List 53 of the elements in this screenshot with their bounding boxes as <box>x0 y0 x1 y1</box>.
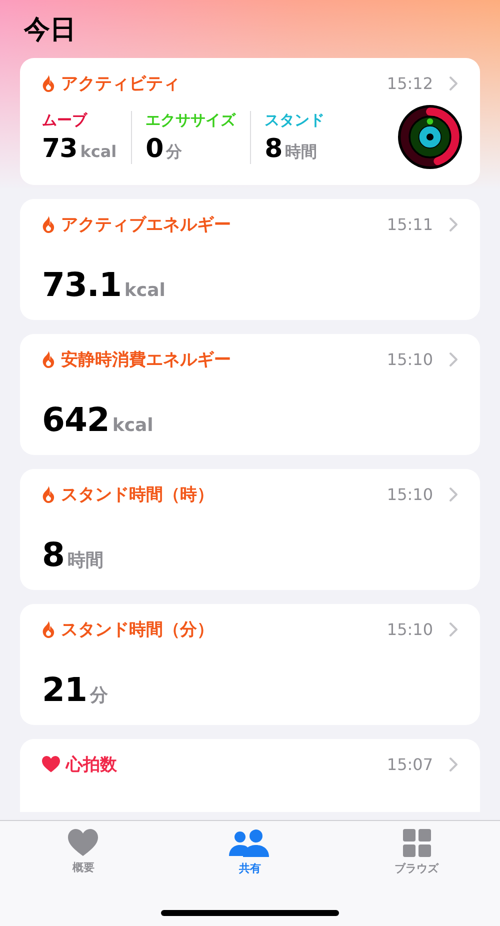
heart-icon <box>68 829 98 856</box>
tab-item[interactable]: 共有 <box>194 829 305 887</box>
metric-value: 8 <box>264 134 282 164</box>
card-value: 642 <box>42 400 110 439</box>
chevron-icon <box>449 352 458 367</box>
heart-icon <box>42 756 60 773</box>
card-title: スタンド時間（時） <box>61 484 215 506</box>
summary-card[interactable]: 心拍数 15:07 <box>20 739 480 812</box>
metric-unit: 分 <box>166 142 182 162</box>
card-value: 73.1 <box>42 265 122 304</box>
card-value: 8 <box>42 535 64 574</box>
card-unit: kcal <box>124 280 166 301</box>
card-time: 15:07 <box>386 755 433 774</box>
grid-icon <box>402 829 431 857</box>
metric-unit: 時間 <box>285 142 318 162</box>
flame-icon <box>42 351 55 368</box>
metric-value: 73 <box>42 134 78 164</box>
metric-value: 0 <box>146 134 164 164</box>
card-time: 15:10 <box>386 350 433 369</box>
card-time: 15:11 <box>386 215 433 234</box>
summary-card[interactable]: アクティブエネルギー 15:11 73.1 kcal <box>20 199 480 320</box>
flame-icon <box>42 621 55 638</box>
activity-card[interactable]: アクティビティ 15:12 ムーブ 73 kcal エクササイズ 0分 スタンド 8 時間 <box>20 58 480 185</box>
metric-label: ムーブ <box>42 110 89 130</box>
people-icon <box>228 829 271 857</box>
card-title: 心拍数 <box>66 754 118 776</box>
summary-card[interactable]: 安静時消費エネルギー 15:10 642 kcal <box>20 334 480 455</box>
card-title: 安静時消費エネルギー <box>61 349 232 371</box>
card-time: 15:10 <box>386 485 433 504</box>
chevron-icon <box>449 622 458 637</box>
card-unit: 分 <box>90 684 108 707</box>
card-title: スタンド時間（分） <box>61 619 215 641</box>
summary-card[interactable]: スタンド時間（分） 15:10 21 分 <box>20 604 480 725</box>
chevron-icon <box>449 757 458 772</box>
card-value: 21 <box>42 670 87 709</box>
chevron-icon <box>449 76 458 91</box>
metric-label: スタンド <box>264 110 325 130</box>
metric-unit: kcal <box>80 142 117 160</box>
card-time: 15:10 <box>386 620 433 639</box>
summary-card[interactable]: スタンド時間（時） 15:10 8 時間 <box>20 469 480 590</box>
flame-icon <box>42 486 55 503</box>
card-time: 15:12 <box>386 74 433 93</box>
page-title: 今日 <box>24 14 77 46</box>
flame-icon <box>42 75 55 92</box>
chevron-icon <box>449 487 458 502</box>
flame-icon <box>42 216 55 233</box>
card-unit: kcal <box>112 415 154 436</box>
chevron-icon <box>449 217 458 232</box>
card-unit: 時間 <box>67 549 104 572</box>
metric-label: エクササイズ <box>146 110 236 130</box>
activity-rings-icon <box>398 105 462 169</box>
card-title: アクティブエネルギー <box>61 214 232 236</box>
card-title: アクティビティ <box>61 73 181 95</box>
